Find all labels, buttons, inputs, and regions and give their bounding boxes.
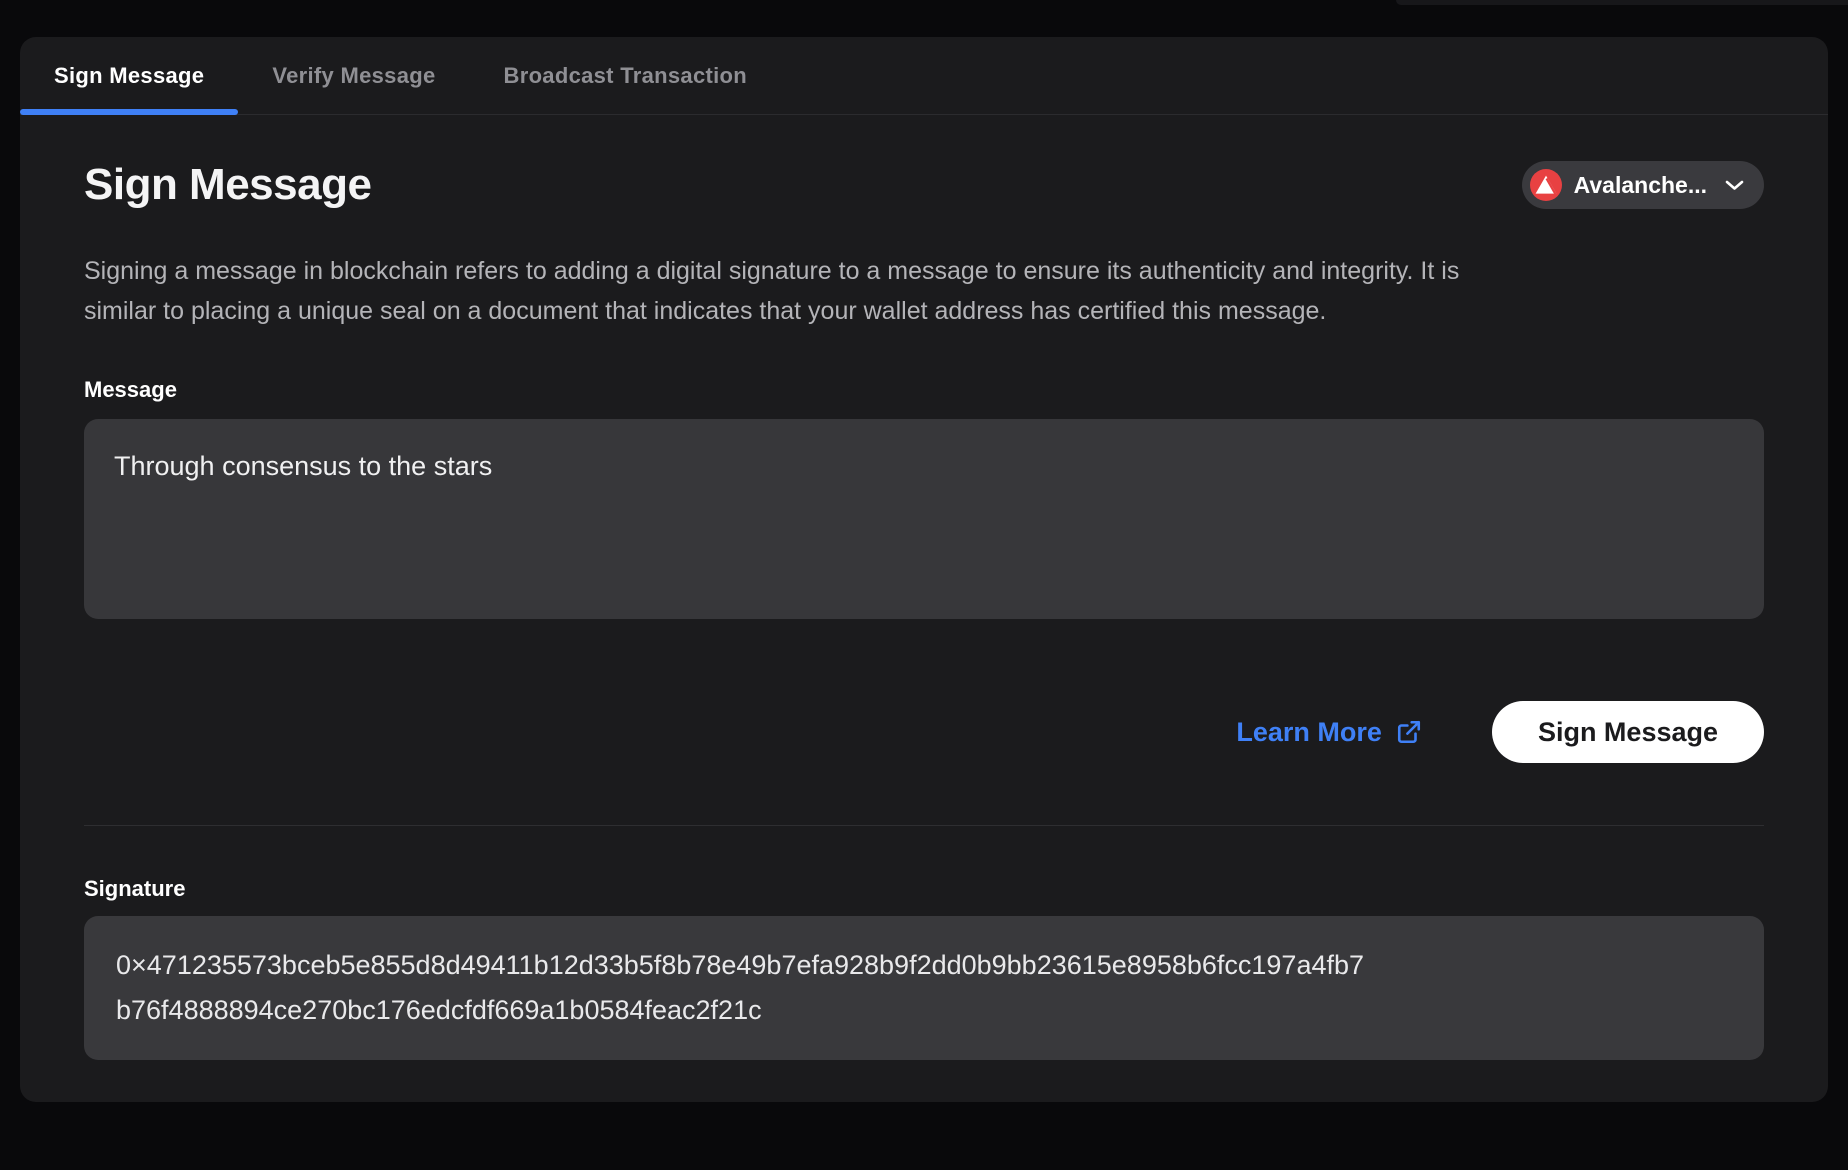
signature-line-2: b76f4888894ce270bc176edcfdf669a1b0584fea… <box>116 988 1732 1033</box>
actions-row: Learn More Sign Message <box>84 701 1764 763</box>
signature-line-1: 0×471235573bceb5e855d8d49411b12d33b5f8b7… <box>116 943 1732 988</box>
message-input[interactable]: Through consensus to the stars <box>84 419 1764 619</box>
description-line-1: Signing a message in blockchain refers t… <box>84 251 1764 291</box>
partial-toolbar-edge <box>1396 0 1848 5</box>
description-text: Signing a message in blockchain refers t… <box>84 251 1764 331</box>
external-link-icon <box>1396 719 1422 745</box>
header-row: Sign Message Avalanche... <box>84 159 1764 211</box>
page-title: Sign Message <box>84 159 371 211</box>
tab-content: Sign Message Avalanche... Si <box>20 115 1828 1060</box>
signature-label: Signature <box>84 876 1764 902</box>
network-selector-label: Avalanche... <box>1574 172 1707 199</box>
description-line-2: similar to placing a unique seal on a do… <box>84 291 1764 331</box>
learn-more-label: Learn More <box>1236 717 1382 748</box>
avalanche-logo-icon <box>1530 169 1562 201</box>
signature-output[interactable]: 0×471235573bceb5e855d8d49411b12d33b5f8b7… <box>84 916 1764 1060</box>
learn-more-link[interactable]: Learn More <box>1236 717 1422 748</box>
network-selector-dropdown[interactable]: Avalanche... <box>1522 161 1764 209</box>
tab-bar: Sign Message Verify Message Broadcast Tr… <box>20 37 1828 115</box>
tab-verify-message[interactable]: Verify Message <box>238 37 469 114</box>
message-label: Message <box>84 377 1764 403</box>
sign-message-card: Sign Message Verify Message Broadcast Tr… <box>20 37 1828 1102</box>
chevron-down-icon <box>1725 180 1744 191</box>
section-divider <box>84 825 1764 826</box>
tab-broadcast-transaction[interactable]: Broadcast Transaction <box>470 37 782 114</box>
tab-sign-message[interactable]: Sign Message <box>20 37 238 114</box>
sign-message-button[interactable]: Sign Message <box>1492 701 1764 763</box>
